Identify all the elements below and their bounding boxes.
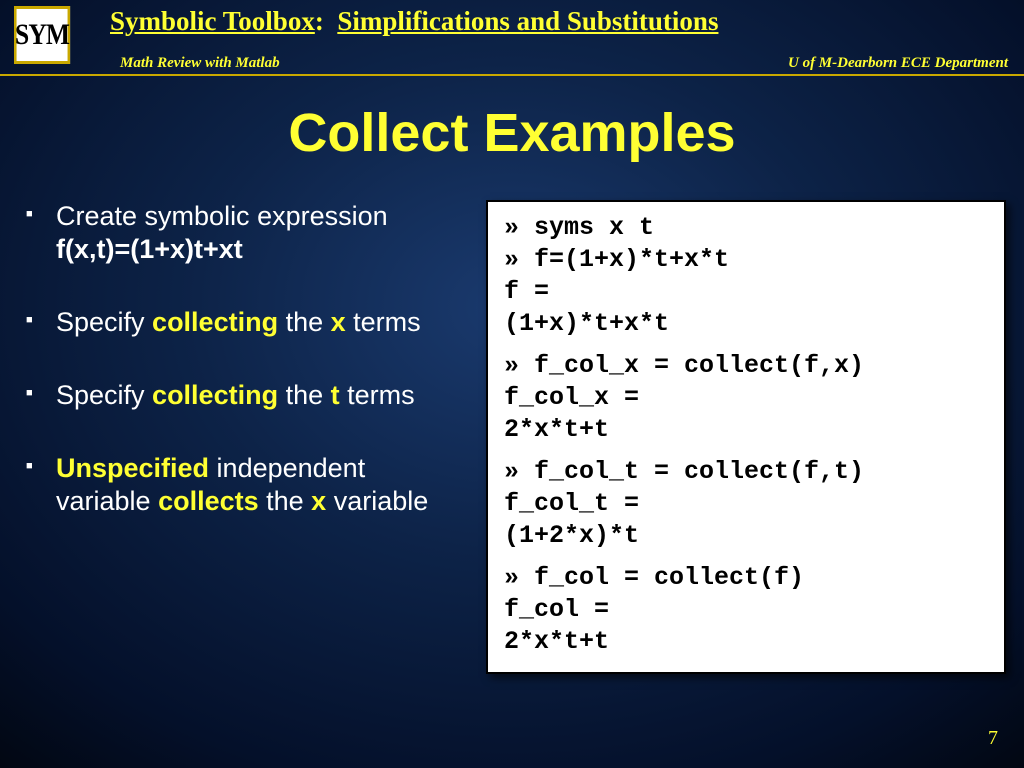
code-line: 2*x*t+t (504, 626, 988, 658)
toolbox-link[interactable]: Symbolic Toolbox (110, 6, 315, 36)
section-link[interactable]: Simplifications and Substitutions (337, 6, 718, 36)
code-line: (1+2*x)*t (504, 520, 988, 552)
code-line: f_col_x = (504, 382, 988, 414)
code-line: f_col_t = (504, 488, 988, 520)
code-line: » f_col_t = collect(f,t) (504, 456, 988, 488)
code-block: » f_col_x = collect(f,x) f_col_x = 2*x*t… (504, 350, 988, 446)
code-line: (1+x)*t+x*t (504, 308, 988, 340)
bullet-list: Create symbolic expression f(x,t)=(1+x)t… (56, 200, 456, 674)
code-block: » f_col = collect(f) f_col = 2*x*t+t (504, 562, 988, 658)
list-item: Specify collecting the t terms (56, 379, 456, 412)
list-item: Unspecified independent variable collect… (56, 452, 456, 518)
code-line: f_col = (504, 594, 988, 626)
content-area: Create symbolic expression f(x,t)=(1+x)t… (0, 200, 1024, 674)
code-block: » syms x t » f=(1+x)*t+x*t f = (1+x)*t+x… (504, 212, 988, 340)
header-bar: SYM Symbolic Toolbox: Simplifications an… (0, 0, 1024, 76)
code-line: 2*x*t+t (504, 414, 988, 446)
subheader-right: U of M-Dearborn ECE Department (788, 55, 1008, 72)
code-line: » f=(1+x)*t+x*t (504, 244, 988, 276)
page-title: Collect Examples (0, 102, 1024, 164)
code-line: » syms x t (504, 212, 988, 244)
breadcrumb: Symbolic Toolbox: Simplifications and Su… (110, 4, 1024, 37)
code-line: » f_col_x = collect(f,x) (504, 350, 988, 382)
list-item: Specify collecting the x terms (56, 306, 456, 339)
page-number: 7 (988, 727, 998, 750)
code-panel: » syms x t » f=(1+x)*t+x*t f = (1+x)*t+x… (486, 200, 1006, 674)
subheader: Math Review with Matlab U of M-Dearborn … (0, 55, 1024, 72)
code-line: » f_col = collect(f) (504, 562, 988, 594)
code-block: » f_col_t = collect(f,t) f_col_t = (1+2*… (504, 456, 988, 552)
subheader-left: Math Review with Matlab (120, 55, 280, 72)
code-line: f = (504, 276, 988, 308)
list-item: Create symbolic expression f(x,t)=(1+x)t… (56, 200, 456, 266)
colon: : (315, 6, 324, 36)
